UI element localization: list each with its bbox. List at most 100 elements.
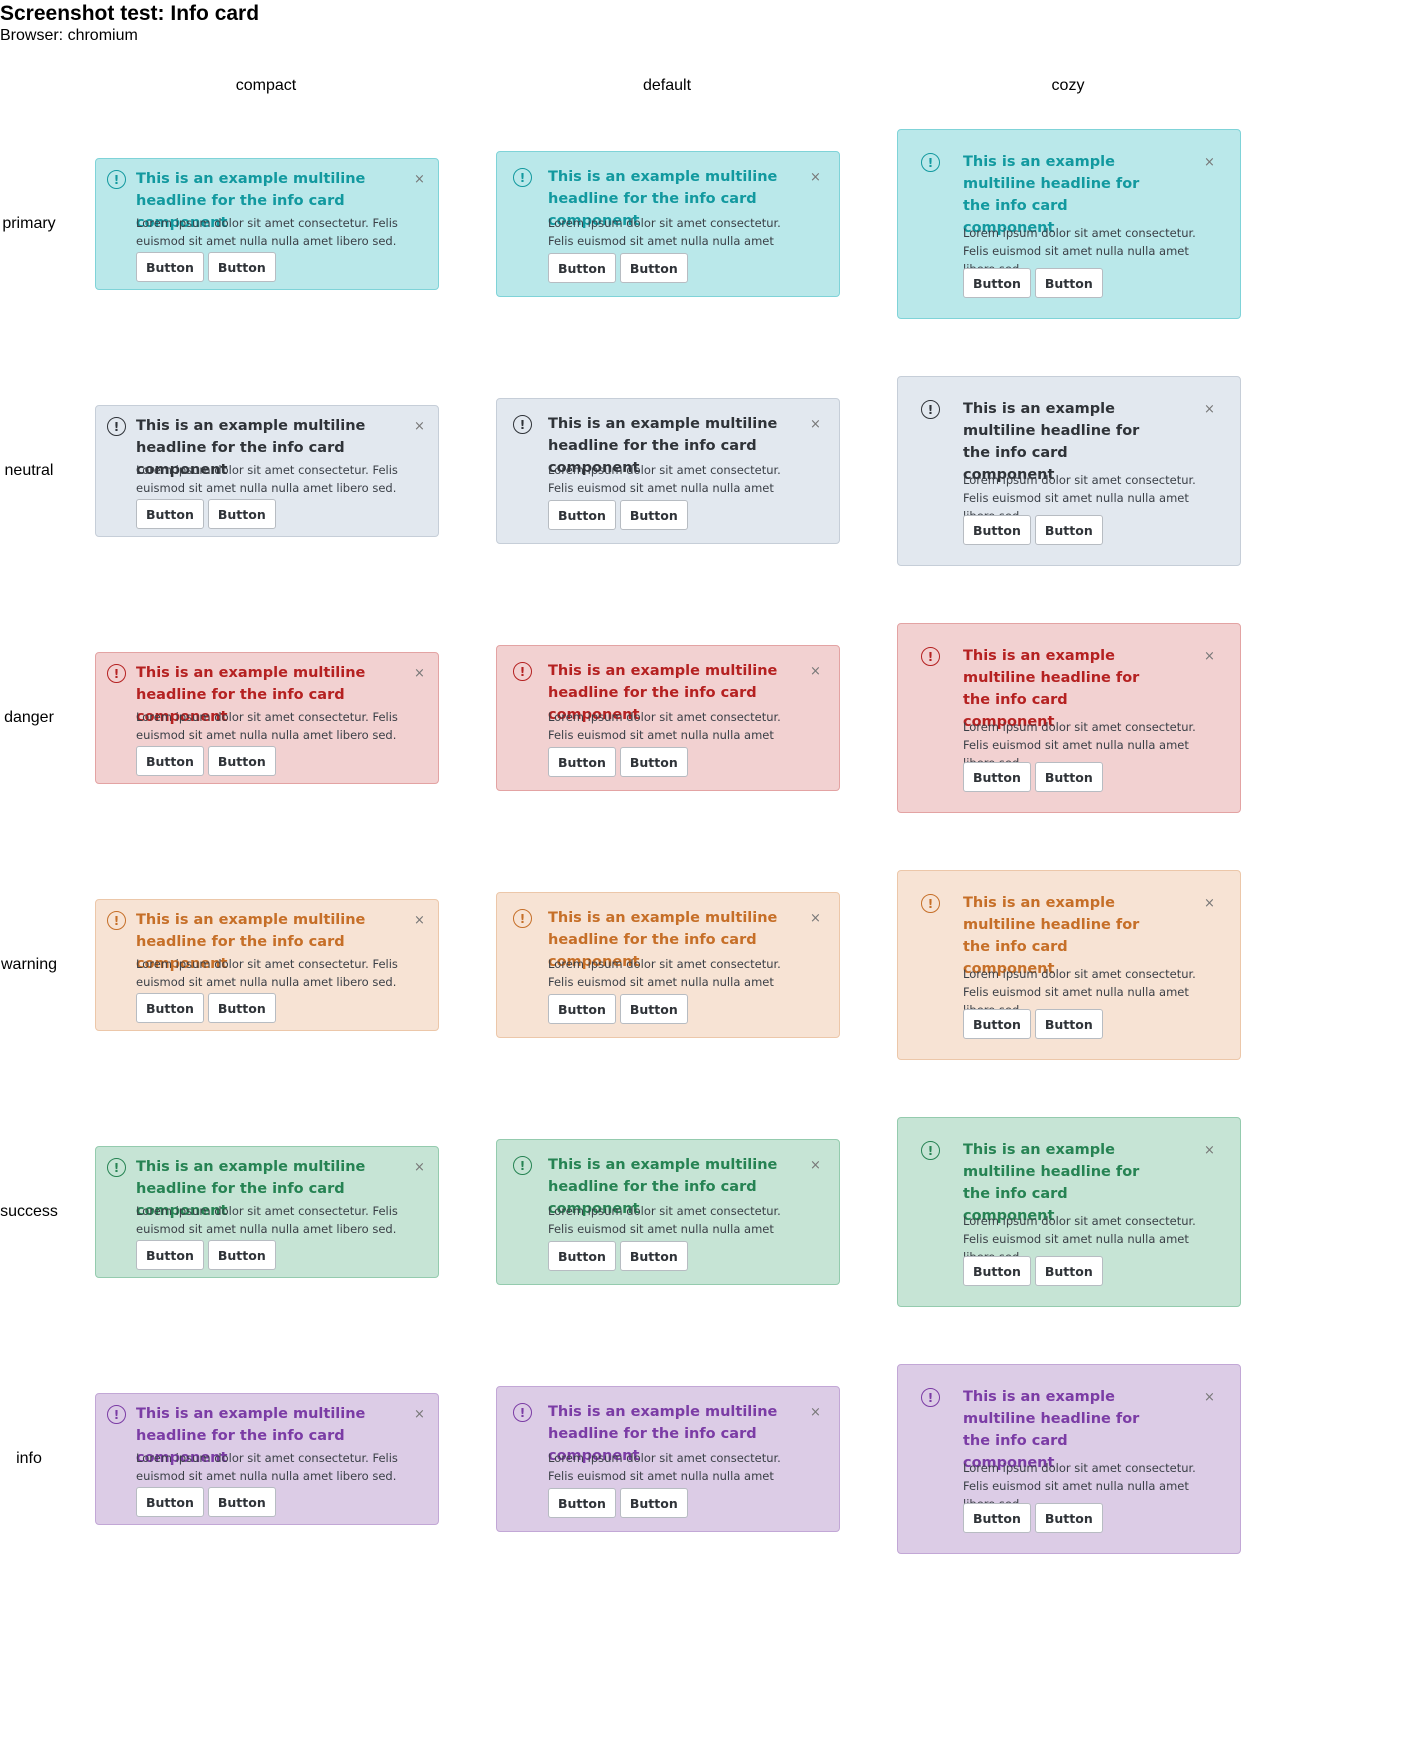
- close-icon[interactable]: ×: [1204, 1144, 1215, 1157]
- exclamation-circle-icon: !: [921, 894, 940, 913]
- info-card-info-cozy: ! This is an example multiline headline f…: [897, 1364, 1241, 1554]
- card-action-button-2[interactable]: Button: [207, 1487, 276, 1517]
- exclamation-circle-icon: !: [107, 170, 126, 189]
- card-action-button-2[interactable]: Button: [207, 1240, 276, 1270]
- close-icon[interactable]: ×: [810, 912, 821, 925]
- card-action-button-1[interactable]: Button: [136, 993, 204, 1023]
- info-card-success-cozy: ! This is an example multiline headline f…: [897, 1117, 1241, 1307]
- card-actions: Button Button: [548, 500, 688, 530]
- card-action-button-1[interactable]: Button: [136, 1487, 204, 1517]
- close-icon[interactable]: ×: [810, 171, 821, 184]
- info-card-info-compact: ! This is an example multiline headline f…: [95, 1393, 439, 1525]
- info-card-success-default: ! This is an example multiline headline f…: [496, 1139, 840, 1285]
- close-icon[interactable]: ×: [810, 665, 821, 678]
- card-action-button-2[interactable]: Button: [619, 994, 688, 1024]
- card-action-button-1[interactable]: Button: [136, 1240, 204, 1270]
- info-card-danger-compact: ! This is an example multiline headline f…: [95, 652, 439, 784]
- card-action-button-1[interactable]: Button: [963, 1256, 1031, 1286]
- exclamation-circle-icon: !: [107, 911, 126, 930]
- card-action-button-2[interactable]: Button: [1034, 1256, 1103, 1286]
- card-action-button-2[interactable]: Button: [207, 746, 276, 776]
- page-title: Screenshot test: Info card: [0, 2, 260, 25]
- card-action-button-1[interactable]: Button: [548, 747, 616, 777]
- card-action-button-2[interactable]: Button: [207, 499, 276, 529]
- info-card-info-default: ! This is an example multiline headline f…: [496, 1386, 840, 1532]
- close-icon[interactable]: ×: [414, 914, 425, 927]
- row-label-neutral: neutral: [4, 462, 54, 479]
- card-action-button-1[interactable]: Button: [963, 268, 1031, 298]
- close-icon[interactable]: ×: [414, 667, 425, 680]
- card-actions: Button Button: [136, 499, 276, 529]
- card-action-button-2[interactable]: Button: [207, 993, 276, 1023]
- info-card-neutral-compact: ! This is an example multiline headline f…: [95, 405, 439, 537]
- exclamation-circle-icon: !: [107, 417, 126, 436]
- card-action-button-2[interactable]: Button: [619, 253, 688, 283]
- close-icon[interactable]: ×: [1204, 897, 1215, 910]
- card-action-button-1[interactable]: Button: [548, 994, 616, 1024]
- row-label-success: success: [0, 1203, 58, 1220]
- close-icon[interactable]: ×: [810, 418, 821, 431]
- column-header-cozy: cozy: [1051, 77, 1085, 94]
- card-body-text: Lorem ipsum dolor sit amet consectetur. …: [136, 957, 398, 989]
- card-action-button-2[interactable]: Button: [619, 1488, 688, 1518]
- card-action-button-1[interactable]: Button: [136, 499, 204, 529]
- card-actions: Button Button: [963, 762, 1103, 792]
- card-body-text: Lorem ipsum dolor sit amet consectetur. …: [136, 1451, 398, 1483]
- card-actions: Button Button: [548, 747, 688, 777]
- card-action-button-2[interactable]: Button: [1034, 762, 1103, 792]
- exclamation-circle-icon: !: [513, 909, 532, 928]
- exclamation-circle-icon: !: [921, 647, 940, 666]
- close-icon[interactable]: ×: [414, 1161, 425, 1174]
- card-action-button-1[interactable]: Button: [548, 253, 616, 283]
- card-action-button-2[interactable]: Button: [619, 747, 688, 777]
- card-action-button-1[interactable]: Button: [548, 1488, 616, 1518]
- exclamation-circle-icon: !: [513, 415, 532, 434]
- card-action-button-1[interactable]: Button: [136, 746, 204, 776]
- card-action-button-2[interactable]: Button: [207, 252, 276, 282]
- card-actions: Button Button: [548, 253, 688, 283]
- card-actions: Button Button: [963, 515, 1103, 545]
- card-action-button-2[interactable]: Button: [619, 1241, 688, 1271]
- close-icon[interactable]: ×: [810, 1159, 821, 1172]
- close-icon[interactable]: ×: [810, 1406, 821, 1419]
- card-actions: Button Button: [548, 1488, 688, 1518]
- card-action-button-1[interactable]: Button: [548, 500, 616, 530]
- card-action-button-2[interactable]: Button: [1034, 1503, 1103, 1533]
- card-action-button-1[interactable]: Button: [963, 762, 1031, 792]
- card-action-button-1[interactable]: Button: [136, 252, 204, 282]
- card-action-button-2[interactable]: Button: [1034, 1009, 1103, 1039]
- info-card-neutral-cozy: ! This is an example multiline headline f…: [897, 376, 1241, 566]
- card-actions: Button Button: [963, 1256, 1103, 1286]
- card-action-button-1[interactable]: Button: [963, 1503, 1031, 1533]
- exclamation-circle-icon: !: [107, 1158, 126, 1177]
- info-card-primary-cozy: ! This is an example multiline headline f…: [897, 129, 1241, 319]
- info-card-primary-default: ! This is an example multiline headline f…: [496, 151, 840, 297]
- close-icon[interactable]: ×: [1204, 650, 1215, 663]
- card-action-button-2[interactable]: Button: [619, 500, 688, 530]
- card-action-button-1[interactable]: Button: [548, 1241, 616, 1271]
- exclamation-circle-icon: !: [513, 1403, 532, 1422]
- exclamation-circle-icon: !: [513, 662, 532, 681]
- close-icon[interactable]: ×: [1204, 156, 1215, 169]
- card-actions: Button Button: [963, 1503, 1103, 1533]
- card-action-button-2[interactable]: Button: [1034, 515, 1103, 545]
- column-header-default: default: [642, 77, 692, 94]
- card-actions: Button Button: [136, 1240, 276, 1270]
- close-icon[interactable]: ×: [414, 173, 425, 186]
- close-icon[interactable]: ×: [414, 1408, 425, 1421]
- browser-label: Browser: chromium: [0, 27, 138, 44]
- card-action-button-2[interactable]: Button: [1034, 268, 1103, 298]
- info-card-success-compact: ! This is an example multiline headline f…: [95, 1146, 439, 1278]
- card-action-button-1[interactable]: Button: [963, 515, 1031, 545]
- row-label-warning: warning: [0, 956, 58, 973]
- info-card-danger-cozy: ! This is an example multiline headline f…: [897, 623, 1241, 813]
- card-action-button-1[interactable]: Button: [963, 1009, 1031, 1039]
- close-icon[interactable]: ×: [1204, 403, 1215, 416]
- exclamation-circle-icon: !: [921, 1388, 940, 1407]
- card-actions: Button Button: [548, 1241, 688, 1271]
- close-icon[interactable]: ×: [414, 420, 425, 433]
- info-card-primary-compact: ! This is an example multiline headline f…: [95, 158, 439, 290]
- card-actions: Button Button: [136, 746, 276, 776]
- close-icon[interactable]: ×: [1204, 1391, 1215, 1404]
- card-actions: Button Button: [136, 993, 276, 1023]
